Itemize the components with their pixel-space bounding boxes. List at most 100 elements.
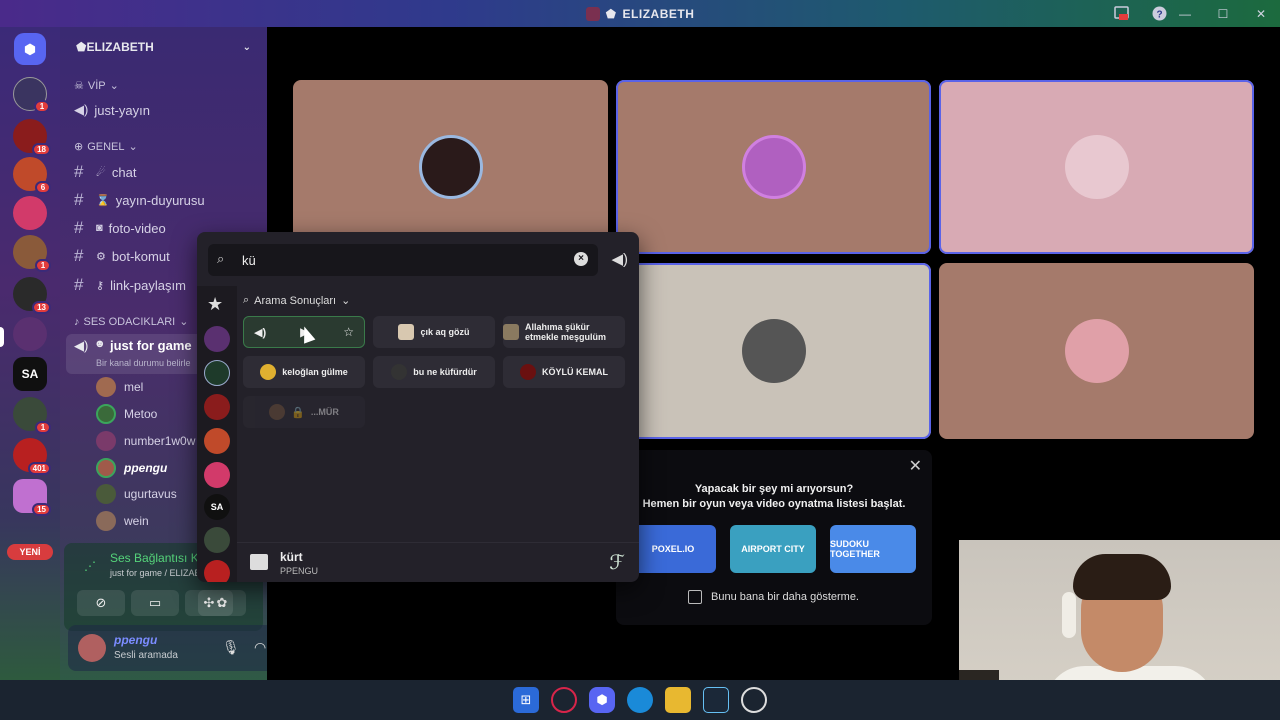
sound-item[interactable]: Allahıma şükür etmekle meşgulüm	[503, 316, 625, 348]
server-icon[interactable]	[204, 428, 230, 454]
dont-show-again[interactable]: Bunu bana bir daha gösterme.	[688, 590, 859, 604]
voice-member[interactable]: number1w0w	[96, 431, 195, 451]
server-icon[interactable]	[204, 394, 230, 420]
server-icon-sa[interactable]: SA	[204, 494, 230, 520]
edge-icon[interactable]	[627, 687, 653, 713]
server-icon[interactable]: 1	[13, 77, 50, 113]
video-tile[interactable]	[616, 263, 931, 439]
avatar	[741, 319, 806, 383]
category-vip[interactable]: ☠ VİP ⌄	[74, 79, 119, 93]
avatar	[1064, 319, 1129, 383]
channel-foto-video[interactable]: # ◙ foto-video	[74, 218, 166, 238]
avatar	[96, 377, 116, 397]
favorite-star-icon[interactable]: ☆	[343, 325, 354, 339]
server-icon[interactable]: 1	[13, 235, 51, 272]
channel-chat[interactable]: # ☄ chat	[74, 162, 136, 182]
server-icon[interactable]	[204, 326, 230, 352]
speaker-icon: ◀)	[74, 338, 89, 353]
soundboard-button[interactable]: ✿	[198, 590, 246, 616]
server-icon[interactable]: 401	[13, 438, 51, 475]
unread-badge: 18	[32, 143, 51, 156]
discord-icon[interactable]: ⬢	[589, 687, 615, 713]
game-card-poxel[interactable]: POXEL.IO	[630, 525, 716, 573]
microphone-icon[interactable]: 🎙	[222, 639, 240, 656]
channel-link-paylasim[interactable]: # ⚷ link-paylaşım	[74, 275, 186, 295]
server-icon[interactable]: 18	[13, 119, 51, 156]
server-icon[interactable]	[13, 317, 47, 351]
server-icon[interactable]	[204, 360, 230, 386]
signal-icon: ⋰	[84, 559, 96, 573]
server-icon[interactable]	[13, 196, 47, 230]
video-tile[interactable]	[939, 263, 1254, 439]
sound-item[interactable]: keloğlan gülme	[243, 356, 365, 388]
voice-member[interactable]: mel	[96, 377, 143, 397]
avatar	[96, 458, 116, 478]
server-icon[interactable]: 6	[13, 157, 51, 194]
voice-channel-status[interactable]: Bir kanal durumu belirle	[96, 358, 191, 368]
channel-bot-komut[interactable]: # ⚙ bot-komut	[74, 246, 170, 266]
emoji-icon: ☻	[94, 338, 106, 350]
sound-item[interactable]: çık aq gözü	[373, 316, 495, 348]
camera-icon: ◙	[96, 222, 103, 234]
maximize-button[interactable]: ☐	[1204, 7, 1242, 21]
minimize-button[interactable]: —	[1166, 7, 1204, 21]
speaker-icon: ◀)	[74, 102, 89, 117]
search-results-header[interactable]: ⌕ Arama Sonuçları ⌄	[243, 294, 350, 307]
sound-item[interactable]: KÖYLÜ KEMAL	[503, 356, 625, 388]
svg-text:?: ?	[1156, 10, 1162, 21]
avatar	[1064, 135, 1129, 199]
hash-icon: #	[74, 218, 84, 237]
obs-icon[interactable]	[741, 687, 767, 713]
headphones-icon	[1062, 592, 1076, 638]
video-tile[interactable]	[293, 80, 608, 254]
category-ses-odaciklari[interactable]: ♪ SES ODACIKLARI ⌄	[74, 315, 188, 329]
preview-sound-icon[interactable]: ◀)	[254, 326, 266, 339]
inbox-icon[interactable]	[1113, 5, 1130, 22]
unread-badge: 15	[32, 503, 51, 516]
server-icon[interactable]: 1	[13, 397, 51, 434]
server-icon[interactable]	[204, 560, 230, 582]
headphones-icon[interactable]: ◠	[254, 639, 266, 656]
server-icon[interactable]	[204, 527, 230, 553]
discord-home-button[interactable]: ⬢	[14, 33, 46, 65]
hourglass-icon: ⌛	[96, 194, 110, 207]
server-header[interactable]: ⬟ ELIZABETH ⌄	[60, 27, 267, 67]
sound-item-locked: 🔒 ...MÜR	[243, 396, 365, 428]
voice-member[interactable]: wein	[96, 511, 149, 531]
server-icon[interactable]: 13	[13, 277, 51, 314]
voice-member[interactable]: ugurtavus	[96, 484, 177, 504]
opera-icon[interactable]	[551, 687, 577, 713]
game-card-sudoku[interactable]: SUDOKU TOGETHER	[830, 525, 916, 573]
server-icon-sa[interactable]: SA	[13, 357, 47, 391]
close-button[interactable]: ✕	[1242, 7, 1280, 21]
close-icon[interactable]: ✕	[909, 456, 922, 476]
folder-icon[interactable]	[665, 687, 691, 713]
favorites-star-icon[interactable]: ★	[207, 294, 223, 315]
search-input[interactable]	[242, 250, 562, 270]
windows-start-icon[interactable]: ⊞	[513, 687, 539, 713]
avatar[interactable]	[78, 634, 106, 662]
channel-just-yayin[interactable]: ◀) just-yayın	[74, 102, 150, 118]
category-genel[interactable]: ⊕ GENEL ⌄	[74, 140, 138, 154]
sound-emoji-icon	[260, 364, 277, 380]
video-tile[interactable]	[939, 80, 1254, 254]
checkbox[interactable]	[688, 590, 702, 604]
server-logo-icon: ℱ	[609, 552, 625, 574]
voice-member[interactable]: ppengu	[96, 458, 167, 478]
server-icon[interactable]	[204, 462, 230, 488]
video-tile[interactable]	[616, 80, 931, 254]
emoji-icon: ☄	[96, 166, 106, 179]
new-badge[interactable]: YENİ	[7, 544, 53, 560]
camera-off-button[interactable]: ⊘	[77, 590, 125, 616]
voice-member[interactable]: Metoo	[96, 404, 157, 424]
game-card-airport-city[interactable]: AIRPORT CITY	[730, 525, 816, 573]
screen-share-button[interactable]: ▭	[131, 590, 179, 616]
server-icon[interactable]: 15	[13, 479, 51, 516]
volume-icon[interactable]: ◀)	[611, 250, 628, 268]
clear-search-icon[interactable]: ×	[574, 252, 588, 266]
sound-item[interactable]: bu ne küfürdür	[373, 356, 495, 388]
voice-channel-path[interactable]: just for game / ELIZAB...	[110, 568, 208, 578]
channel-yayin-duyurusu[interactable]: # ⌛ yayın-duyurusu	[74, 190, 205, 210]
search-icon: ⌕	[243, 294, 250, 306]
steam-icon[interactable]	[703, 687, 729, 713]
